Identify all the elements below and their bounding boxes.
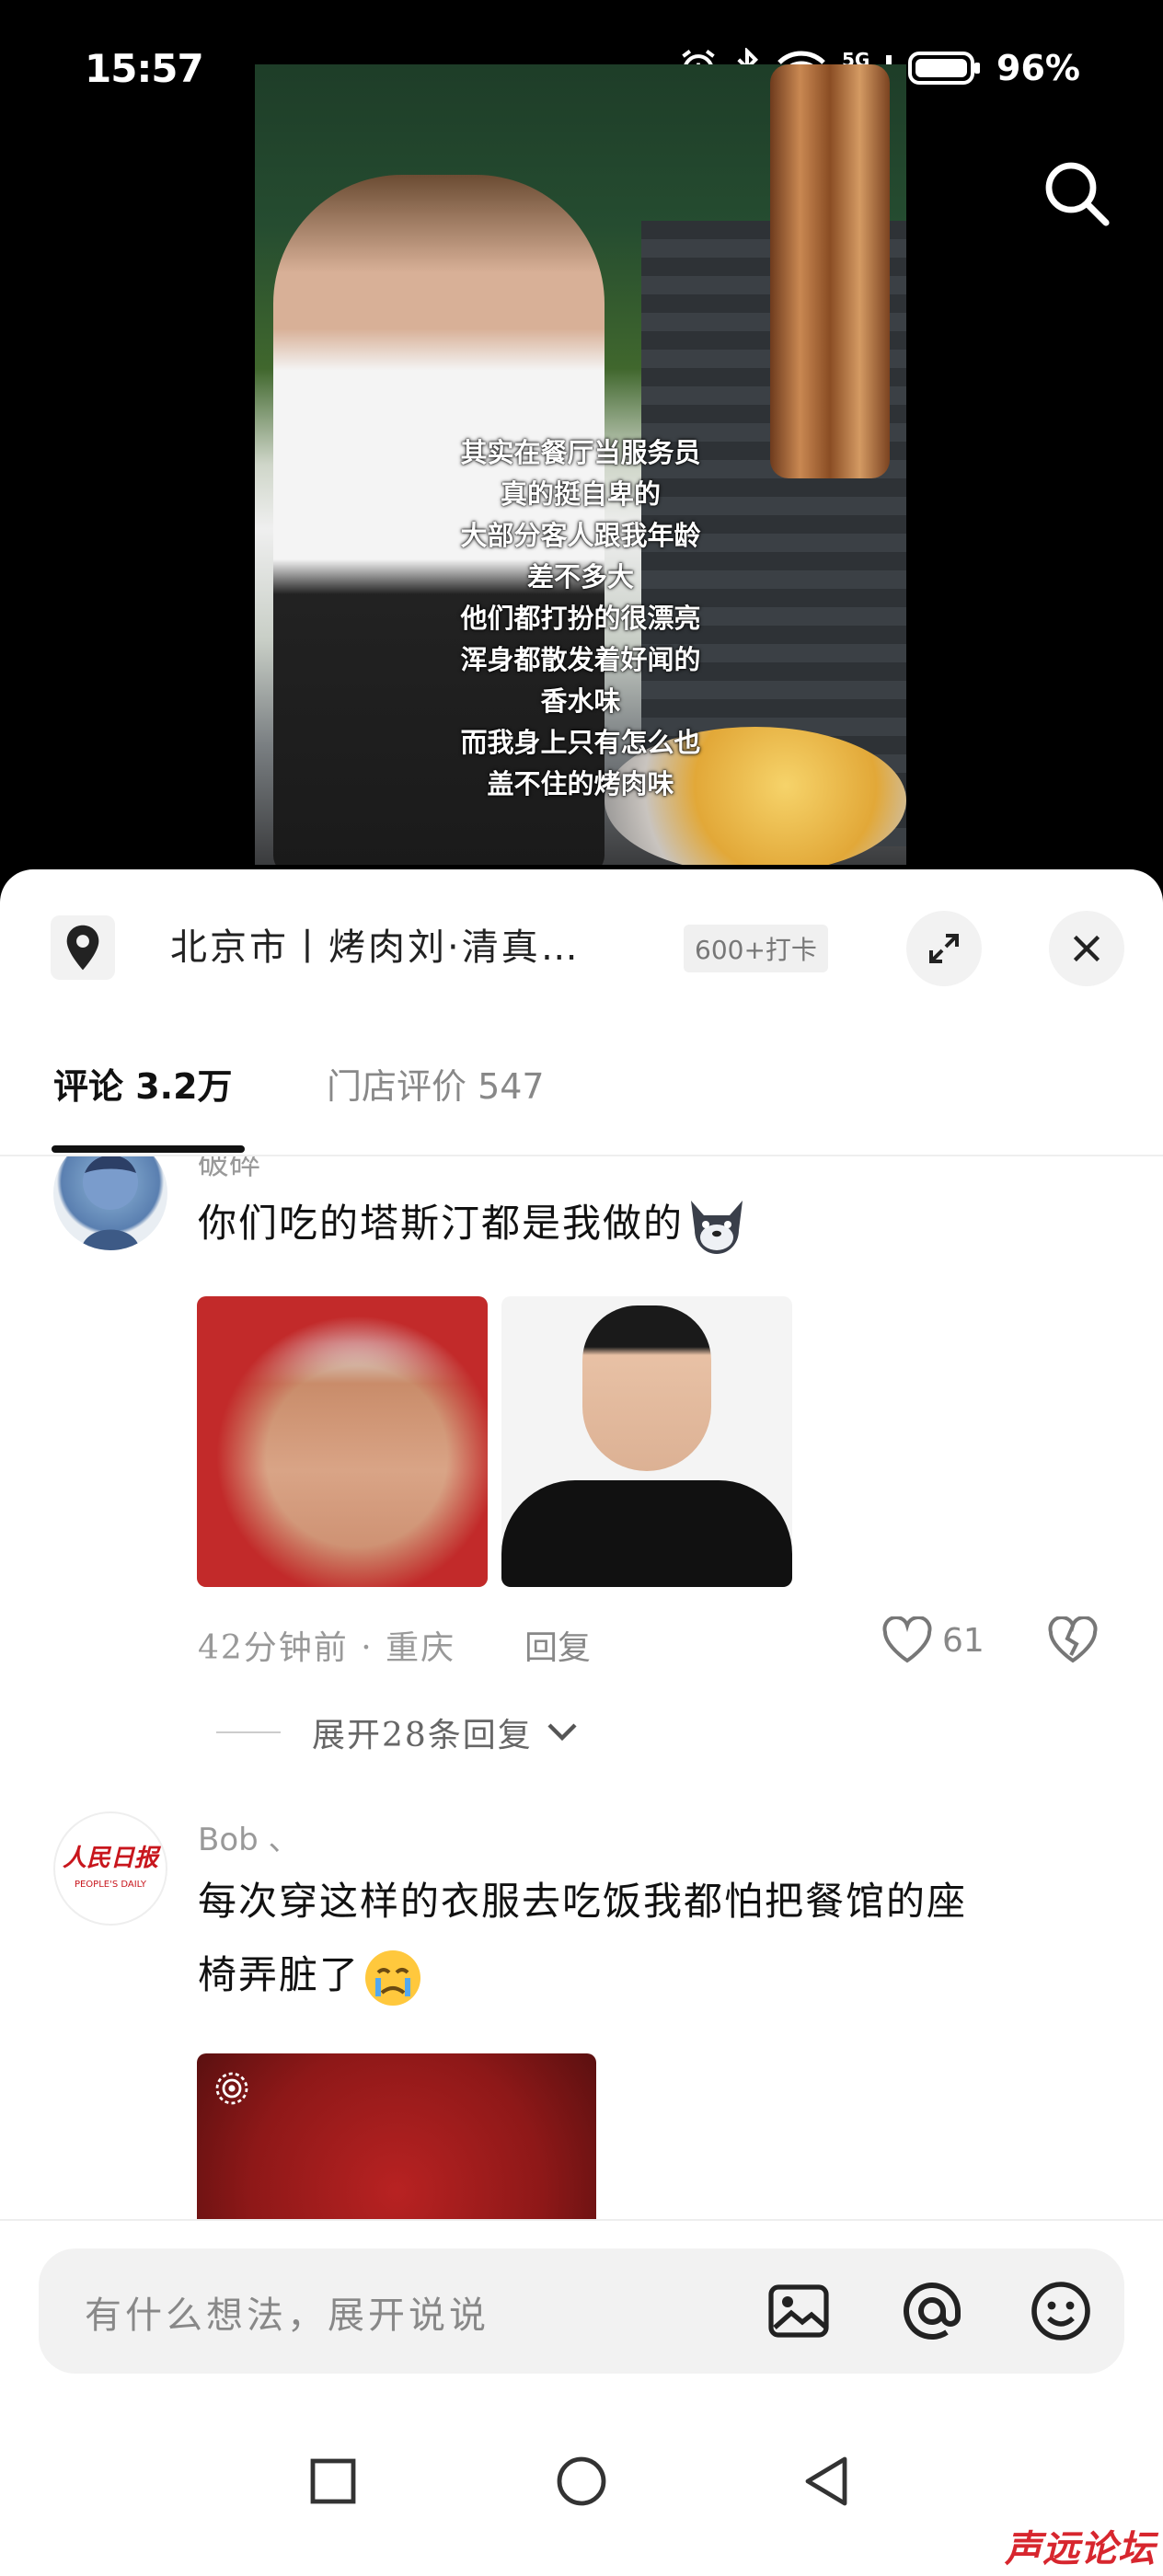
location-row[interactable]: 北京市丨烤肉刘·清真… 600+打卡 — [0, 869, 1163, 1007]
comment-photo[interactable] — [501, 1296, 792, 1587]
comment-text-body: 你们吃的塔斯汀都是我做的 — [198, 1201, 685, 1246]
subtitle-line: 差不多大 — [526, 561, 634, 592]
tab-underline — [52, 1145, 245, 1153]
at-icon — [904, 2283, 961, 2340]
comment-text-line-2: 椅弄脏了 — [198, 1938, 1127, 2012]
emoji-button[interactable] — [1028, 2278, 1094, 2344]
comment-photo[interactable] — [197, 2053, 596, 2219]
comment-username[interactable]: 破碎 — [198, 1156, 260, 1183]
image-button[interactable] — [766, 2278, 832, 2344]
video-player[interactable]: 其实在餐厅当服务员 真的挺自卑的 大部分客人跟我年龄 差不多大 他们都打扮的很漂… — [255, 64, 906, 865]
location-text[interactable]: 北京市丨烤肉刘·清真… — [170, 917, 581, 971]
location-pin-icon — [66, 925, 99, 971]
reply-button[interactable]: 回复 — [524, 1621, 591, 1669]
status-time: 15:57 — [85, 46, 204, 91]
avatar-character-icon — [81, 1156, 140, 1250]
comment-text-line: 每次穿这样的衣服去吃饭我都怕把餐馆的座 — [198, 1879, 968, 1924]
search-button[interactable] — [1040, 156, 1113, 230]
comments-sheet: 北京市丨烤肉刘·清真… 600+打卡 评论 3.2万 门店评价 547 破碎 你… — [0, 869, 1163, 2576]
watermark-text: 声远论坛 — [1005, 2528, 1156, 2570]
wolf-face-icon — [691, 1201, 743, 1254]
checkin-badge: 600+打卡 — [684, 925, 828, 972]
avatar-logo-subtext: PEOPLE'S DAILY — [74, 1880, 147, 1890]
close-icon — [1073, 935, 1100, 962]
tab-comments[interactable]: 评论 3.2万 — [53, 1058, 233, 1109]
subtitle-line: 盖不住的烤肉味 — [487, 768, 674, 799]
subtitle-line: 而我身上只有怎么也 — [460, 727, 701, 758]
avatar[interactable]: 人民日报 PEOPLE'S DAILY — [53, 1811, 167, 1926]
comment-text-line: 椅弄脏了 — [198, 1952, 361, 1997]
expand-icon — [929, 934, 959, 963]
comment-text: 你们吃的塔斯汀都是我做的 — [198, 1187, 750, 1260]
comment-input-bar: 有什么想法，展开说说 — [0, 2219, 1163, 2396]
comment-time-location: 42分钟前 · 重庆 — [198, 1629, 456, 1667]
video-subtitle: 其实在餐厅当服务员 真的挺自卑的 大部分客人跟我年龄 差不多大 他们都打扮的很漂… — [255, 432, 906, 805]
avatar[interactable] — [53, 1156, 167, 1250]
system-nav-bar: 声远论坛 — [0, 2394, 1163, 2576]
heart-icon — [882, 1616, 932, 1663]
live-photo-icon — [215, 2072, 248, 2105]
nav-recents-button[interactable] — [301, 2449, 365, 2513]
like-button[interactable]: 61 — [881, 1616, 985, 1664]
comment-input-placeholder: 有什么想法，展开说说 — [85, 2294, 489, 2337]
photo-shirt — [501, 1480, 792, 1587]
image-icon — [768, 2284, 829, 2338]
search-icon — [1045, 162, 1110, 226]
triangle-back-icon — [805, 2456, 847, 2506]
subtitle-line: 他们都打扮的很漂亮 — [460, 603, 701, 634]
comment-input[interactable]: 有什么想法，展开说说 — [39, 2248, 1124, 2374]
square-icon — [310, 2458, 356, 2504]
avatar-logo-text: 人民日报 — [62, 1845, 158, 1872]
nav-home-button[interactable] — [549, 2449, 614, 2513]
dislike-button[interactable] — [1047, 1616, 1099, 1668]
subtitle-line: 真的挺自卑的 — [500, 478, 661, 510]
subtitle-line: 香水味 — [540, 685, 621, 717]
comment-list[interactable]: 破碎 你们吃的塔斯汀都是我做的 42分钟前 · 重庆 回复 61 展开28条回复… — [0, 1156, 1163, 2219]
expand-replies-label: 展开28条回复 — [312, 1717, 533, 1754]
crying-face-icon — [365, 1950, 421, 2006]
smiley-icon — [1031, 2282, 1090, 2340]
nav-back-button[interactable] — [794, 2449, 858, 2513]
battery-icon — [908, 52, 981, 85]
comment-photo[interactable] — [197, 1296, 488, 1587]
expand-button[interactable] — [906, 911, 982, 986]
tab-store-reviews[interactable]: 门店评价 547 — [327, 1058, 545, 1109]
subtitle-line: 大部分客人跟我年龄 — [460, 520, 701, 551]
expand-replies-button[interactable]: 展开28条回复 — [216, 1708, 579, 1756]
broken-heart-icon — [1048, 1616, 1098, 1663]
close-button[interactable] — [1049, 911, 1124, 986]
video-chimney — [770, 64, 890, 478]
circle-icon — [557, 2456, 606, 2506]
tab-bar: 评论 3.2万 门店评价 547 — [0, 1007, 1163, 1156]
subtitle-line: 浑身都散发着好闻的 — [460, 644, 701, 675]
chevron-down-icon — [547, 1723, 577, 1742]
like-count: 61 — [942, 1621, 985, 1660]
photo-bg — [197, 1296, 488, 1587]
comment-username[interactable]: Bob 、 — [198, 1814, 300, 1859]
divider-line — [216, 1731, 281, 1733]
photo-face — [582, 1305, 711, 1471]
mention-button[interactable] — [899, 2278, 965, 2344]
subtitle-line: 其实在餐厅当服务员 — [460, 437, 701, 468]
comment-text: 每次穿这样的衣服去吃饭我都怕把餐馆的座 椅弄脏了 — [198, 1865, 1127, 2012]
location-pin-box — [51, 915, 115, 980]
battery-percent: 96% — [996, 48, 1080, 88]
